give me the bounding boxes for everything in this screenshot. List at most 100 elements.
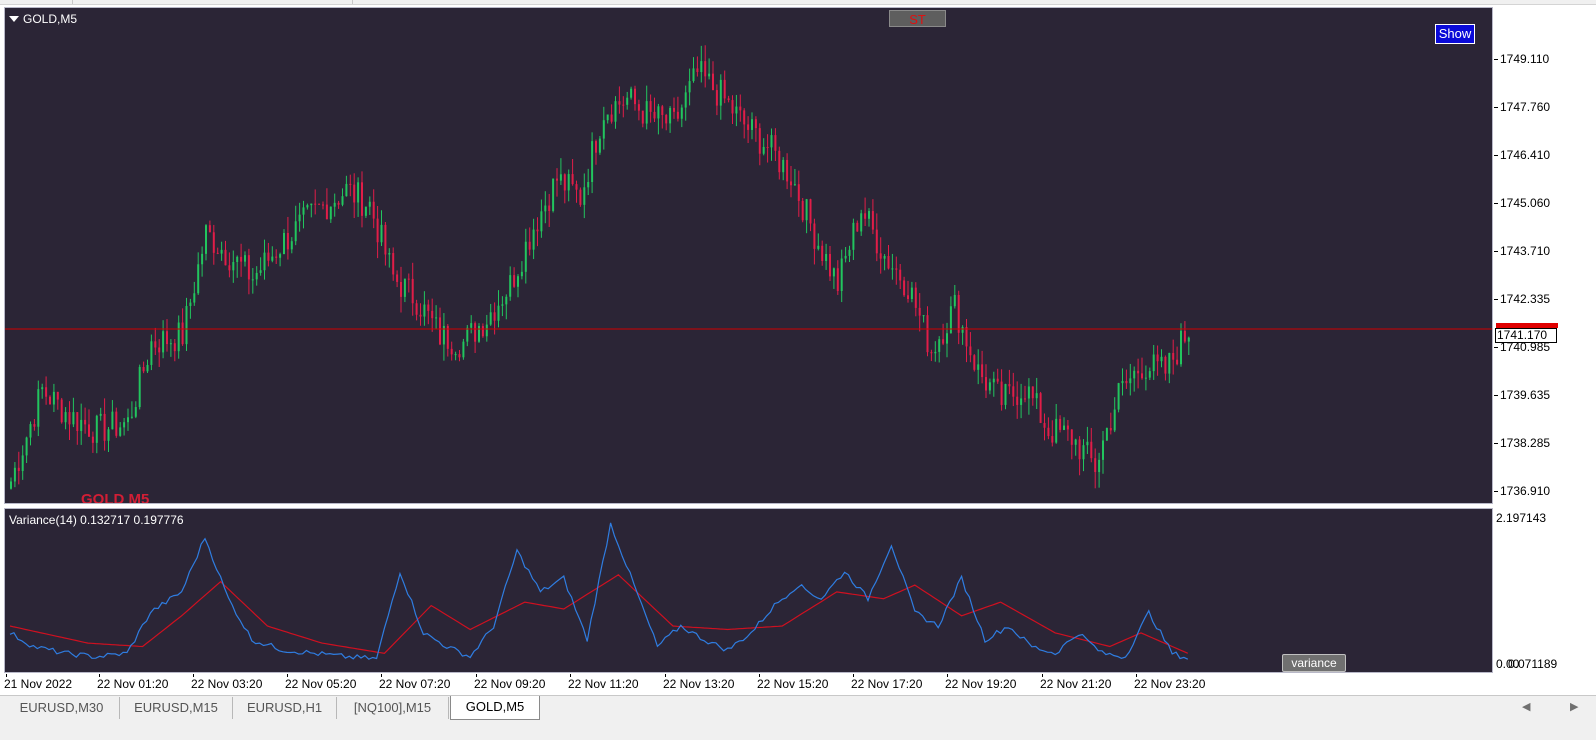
indicator-axis[interactable]: 2.197143 0.00 0.071189	[1494, 508, 1596, 673]
candle	[173, 339, 176, 362]
time-axis-label: 21 Nov 2022	[4, 677, 73, 691]
candle	[540, 199, 543, 238]
candle	[450, 341, 453, 361]
candle	[918, 293, 921, 332]
candle	[166, 319, 168, 352]
symbol-title[interactable]: GOLD,M5	[9, 12, 77, 26]
candle	[64, 407, 67, 430]
candle	[942, 323, 945, 346]
candle	[368, 196, 371, 215]
candle	[33, 419, 36, 431]
indicator-axis-top: 2.197143	[1496, 511, 1547, 525]
candle	[220, 241, 223, 261]
candle	[205, 224, 207, 261]
candle	[349, 174, 352, 197]
price-plot	[5, 45, 1492, 490]
candle	[17, 451, 20, 485]
candle	[606, 114, 609, 124]
candle	[185, 297, 188, 352]
candle	[1183, 321, 1186, 344]
candle	[930, 349, 933, 362]
show-button[interactable]: Show	[1435, 24, 1475, 44]
candle	[688, 68, 691, 106]
candle	[922, 315, 925, 323]
candle	[341, 188, 344, 207]
main-chart-pane[interactable]: GOLD,M5 ST Show GOLD M5	[4, 7, 1493, 504]
candle	[454, 351, 457, 361]
price-axis[interactable]: 1736.910 1738.285 1739.635 1740.985 1742.335…	[1494, 7, 1596, 504]
time-axis[interactable]: 21 Nov 2022 22 Nov 01:20 22 Nov 03:20 22 No…	[0, 674, 1494, 694]
candle	[790, 165, 792, 198]
candle	[825, 243, 828, 270]
candle	[946, 322, 948, 358]
candle	[739, 94, 742, 122]
indicator-pane[interactable]: Variance(14) 0.132717 0.197776 variance	[4, 508, 1493, 673]
candle	[528, 227, 531, 256]
candle	[692, 57, 695, 83]
price-axis-tick	[1494, 395, 1498, 396]
candle	[556, 168, 558, 197]
candle	[684, 85, 687, 121]
candle	[400, 266, 402, 313]
candle	[996, 368, 999, 384]
candle	[949, 296, 952, 334]
candle	[1137, 358, 1140, 389]
candle	[21, 445, 24, 480]
candle	[821, 240, 824, 266]
candle	[875, 213, 878, 262]
candle	[224, 240, 227, 266]
price-axis-tick	[1494, 491, 1498, 492]
candle	[283, 229, 285, 255]
candle	[357, 177, 360, 217]
candle	[169, 339, 172, 357]
tab-nq100-m15[interactable]: [NQ100],M15	[337, 697, 449, 719]
candle	[1117, 382, 1120, 413]
candle	[1152, 344, 1155, 380]
tab-eurusd-m30[interactable]: EURUSD,M30	[4, 697, 120, 719]
candle	[1176, 346, 1179, 366]
candle	[552, 178, 555, 213]
candle	[279, 252, 282, 267]
candle	[1000, 369, 1003, 411]
candle	[665, 113, 668, 131]
candle	[856, 220, 859, 232]
candle	[801, 197, 804, 223]
candle	[251, 268, 254, 294]
candle	[337, 200, 340, 209]
price-axis-tick	[1494, 59, 1498, 60]
price-axis-tick	[1494, 299, 1498, 300]
candle	[1027, 378, 1030, 415]
candle	[60, 397, 63, 424]
candle	[1141, 357, 1143, 380]
scroll-left-icon[interactable]: ◀	[1522, 700, 1530, 713]
candle	[696, 56, 699, 77]
tab-eurusd-m15[interactable]: EURUSD,M15	[120, 697, 233, 719]
symbol-title-text: GOLD,M5	[23, 12, 78, 26]
st-button[interactable]: ST	[889, 10, 946, 27]
candle	[423, 291, 426, 326]
candle	[294, 205, 297, 246]
candle	[793, 168, 796, 186]
tab-gold-m5[interactable]: GOLD,M5	[450, 696, 540, 720]
candle	[544, 191, 547, 224]
scroll-right-icon[interactable]: ▶	[1570, 700, 1578, 713]
candle	[708, 58, 711, 80]
candle	[263, 239, 266, 280]
candle	[95, 414, 98, 454]
candle	[860, 209, 863, 236]
candle	[1105, 427, 1108, 441]
candle	[134, 401, 137, 419]
candle	[364, 206, 367, 218]
variance-button[interactable]: variance	[1282, 654, 1346, 672]
price-axis-tick	[1494, 155, 1498, 156]
tab-eurusd-h1[interactable]: EURUSD,H1	[233, 697, 337, 719]
candle	[524, 228, 527, 284]
collapse-triangle-icon[interactable]	[9, 16, 19, 22]
candle	[29, 421, 32, 446]
candle	[879, 237, 882, 274]
candle	[602, 106, 605, 150]
candle	[1043, 413, 1046, 441]
candle	[938, 336, 941, 363]
chart-window[interactable]: GOLD,M5 ST Show GOLD M5 1736.910 1738.285…	[0, 5, 1596, 695]
candle	[532, 218, 535, 260]
